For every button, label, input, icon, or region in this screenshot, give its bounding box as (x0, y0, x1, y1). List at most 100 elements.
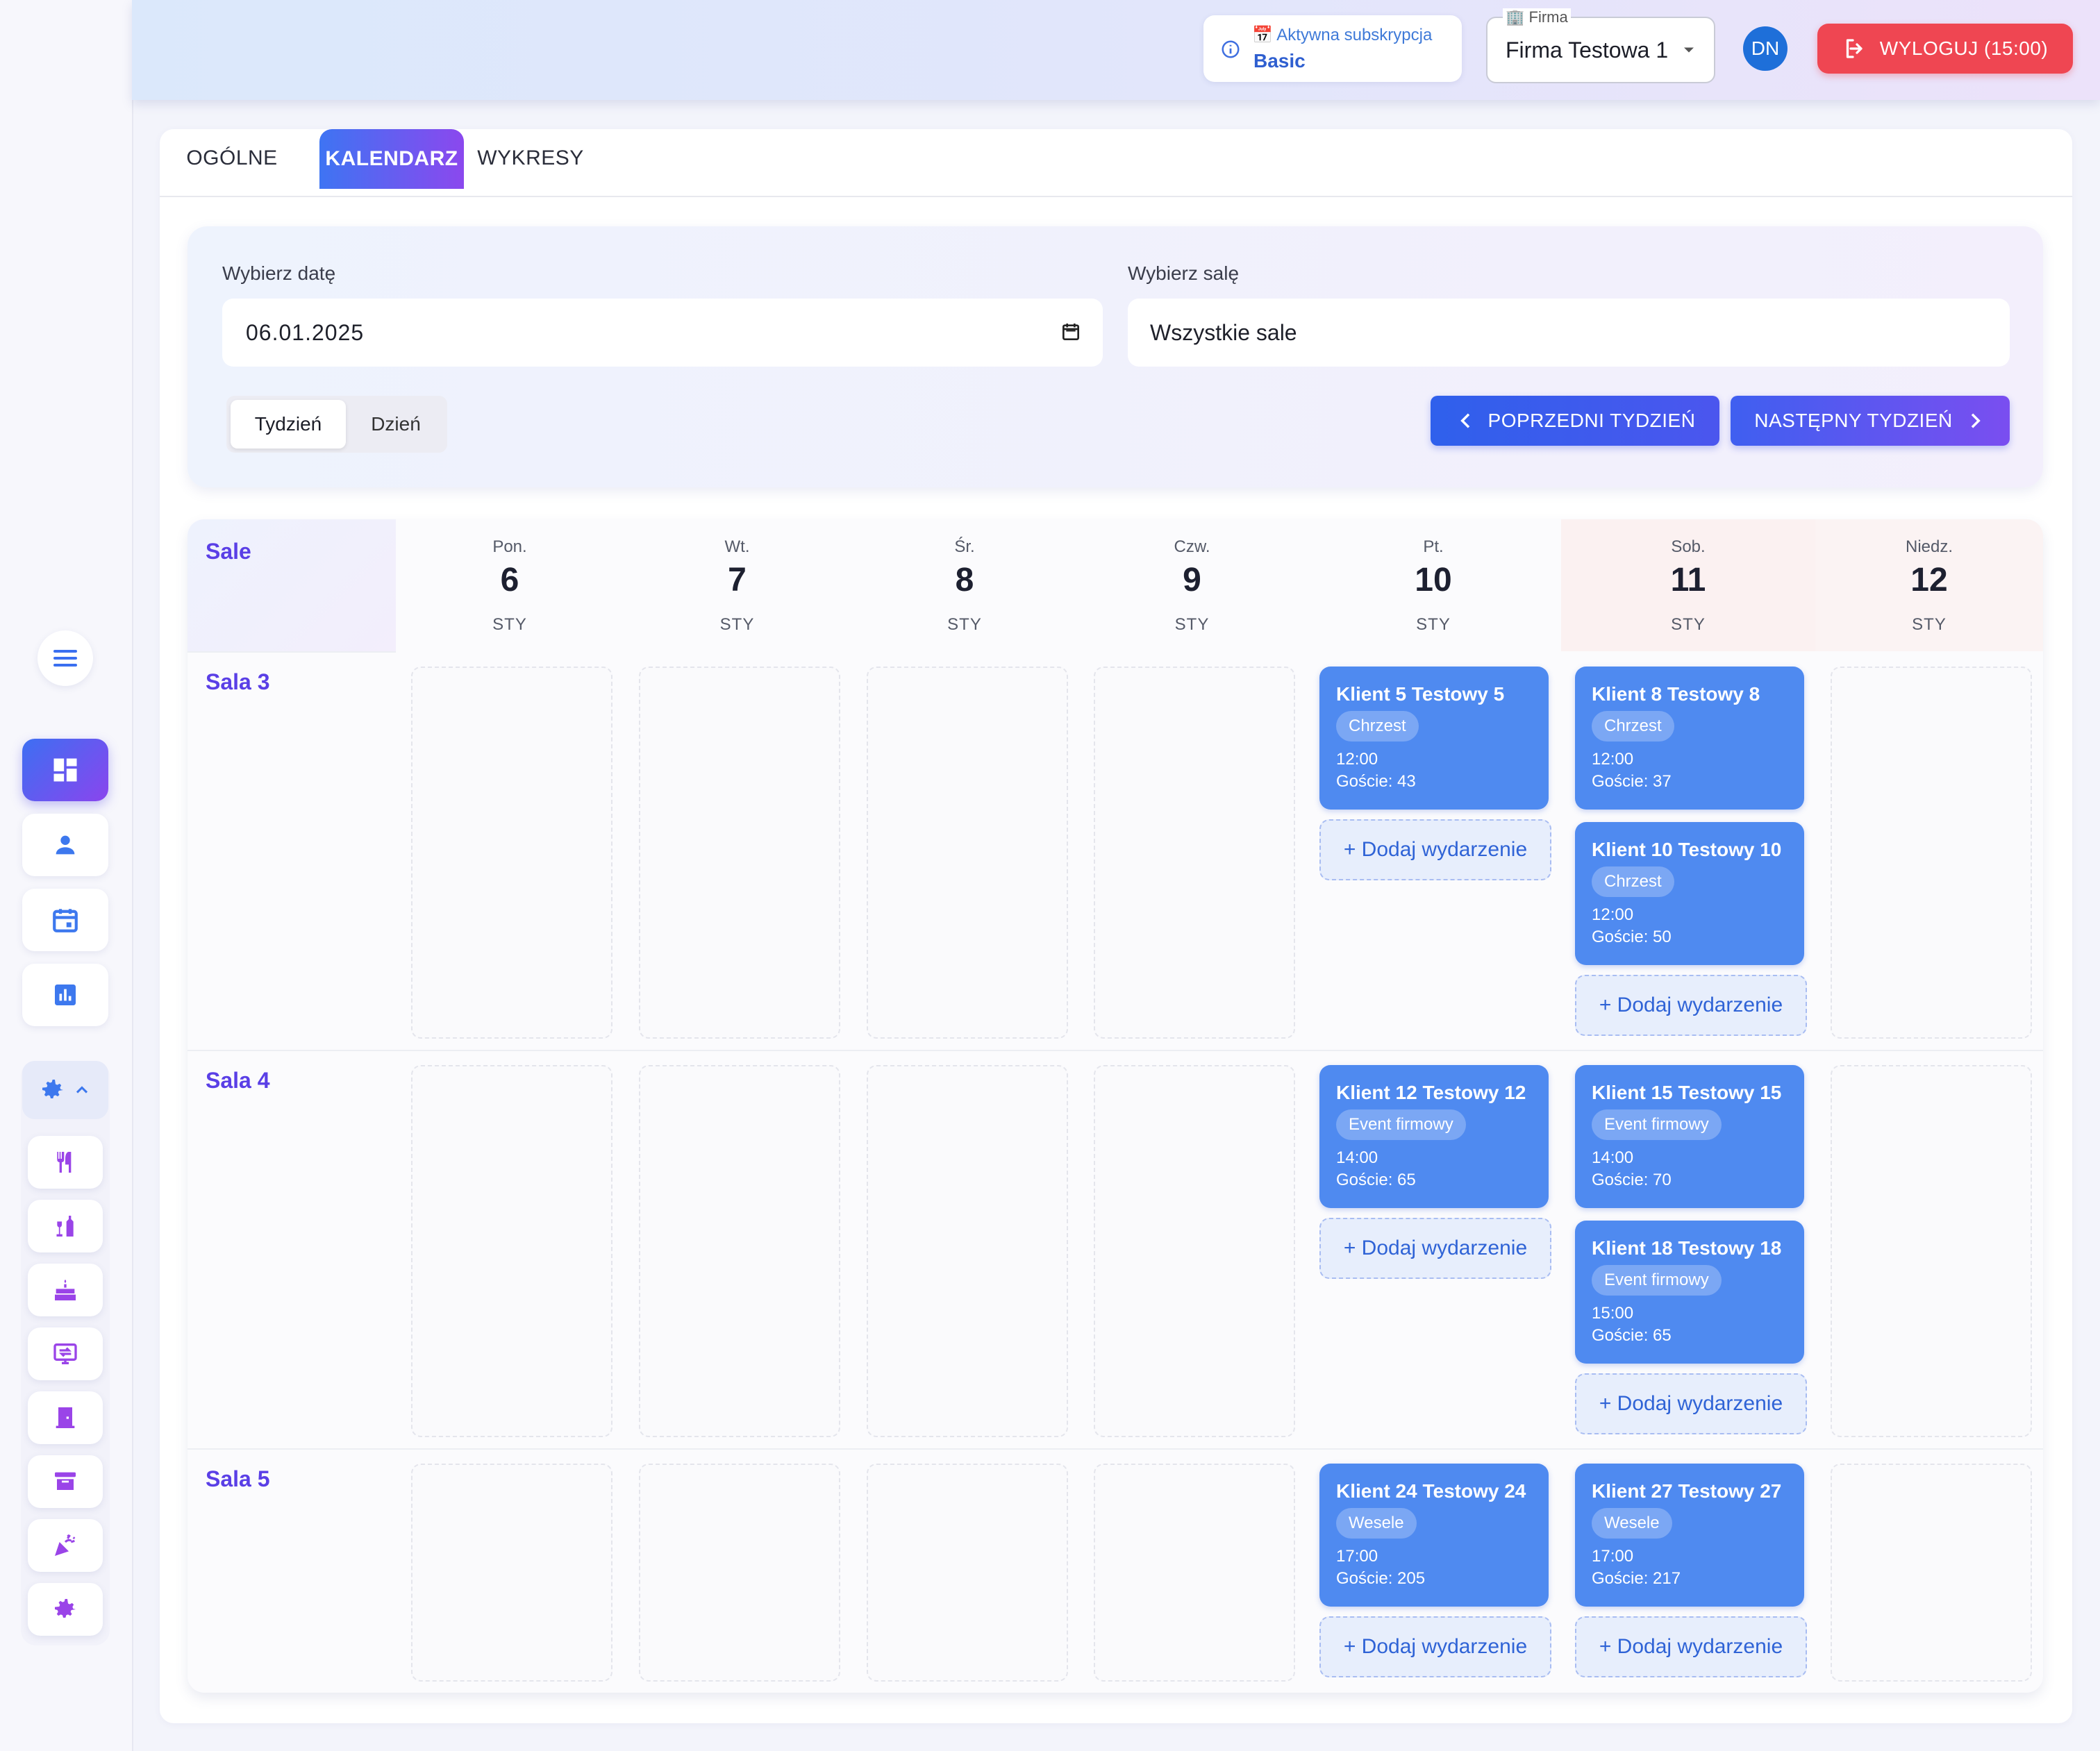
tab-calendar[interactable]: KALENDARZ (319, 129, 464, 189)
add-event-button[interactable]: + Dodaj wydarzenie (1319, 1218, 1551, 1279)
calendar-picker-icon[interactable] (1060, 321, 1082, 343)
day-header-fri: Pt. 10 STY (1306, 519, 1561, 651)
subscription-card[interactable]: 📅 Aktywna subskrypcja Basic (1203, 15, 1462, 82)
event-guests: Goście: 70 (1592, 1171, 1672, 1189)
event-card[interactable]: Klient 27 Testowy 27 Wesele 17:00 Goście… (1575, 1464, 1804, 1607)
empty-day-cell[interactable] (639, 1464, 840, 1682)
nav-event-types-button[interactable] (28, 1519, 103, 1572)
add-event-button[interactable]: + Dodaj wydarzenie (1575, 1373, 1807, 1434)
empty-day-cell[interactable] (1094, 1065, 1295, 1437)
empty-day-cell[interactable] (1831, 667, 2032, 1039)
room-label-sala-4: Sala 4 (206, 1068, 270, 1093)
row-divider (188, 1448, 2043, 1450)
event-guests: Goście: 65 (1592, 1326, 1672, 1345)
view-day-button[interactable]: Dzień (349, 400, 443, 449)
event-time: 17:00 (1336, 1547, 1378, 1566)
party-popper-icon (55, 1534, 76, 1556)
logout-button[interactable]: WYLOGUJ (15:00) (1817, 24, 2073, 74)
empty-day-cell[interactable] (411, 667, 612, 1039)
event-card[interactable]: Klient 8 Testowy 8 Chrzest 12:00 Goście:… (1575, 667, 1804, 810)
menu-toggle-button[interactable] (38, 630, 93, 686)
nav-dashboard-button[interactable] (22, 739, 108, 801)
logout-label: WYLOGUJ (15:00) (1879, 37, 2049, 59)
event-time: 12:00 (1336, 750, 1378, 769)
door-icon (56, 1407, 75, 1428)
empty-day-cell[interactable] (639, 667, 840, 1039)
day-header-thu: Czw. 9 STY (1078, 519, 1306, 651)
event-card[interactable]: Klient 15 Testowy 15 Event firmowy 14:00… (1575, 1065, 1804, 1208)
view-week-button[interactable]: Tydzień (231, 400, 346, 449)
nav-calendar-button[interactable] (22, 889, 108, 951)
add-event-button[interactable]: + Dodaj wydarzenie (1319, 1616, 1551, 1677)
empty-day-cell[interactable] (639, 1065, 840, 1437)
next-week-button[interactable]: NASTĘPNY TYDZIEŃ (1731, 396, 2010, 446)
nav-archive-button[interactable] (28, 1455, 103, 1508)
event-type-badge: Event firmowy (1592, 1265, 1722, 1296)
add-event-button[interactable]: + Dodaj wydarzenie (1575, 1616, 1807, 1677)
filter-card: Wybierz datę 06.01.2025 Wybierz salę Wsz… (188, 226, 2043, 487)
tab-charts[interactable]: WYKRESY (469, 129, 592, 187)
tab-general[interactable]: OGÓLNE (176, 129, 288, 187)
add-event-button[interactable]: + Dodaj wydarzenie (1319, 819, 1551, 880)
nav-clients-button[interactable] (22, 814, 108, 876)
event-card[interactable]: Klient 18 Testowy 18 Event firmowy 15:00… (1575, 1221, 1804, 1364)
empty-day-cell[interactable] (867, 1464, 1068, 1682)
empty-day-cell[interactable] (411, 1065, 612, 1437)
event-type-badge: Chrzest (1592, 711, 1674, 742)
firm-select[interactable]: 🏢 Firma Firma Testowa 1 (1486, 8, 1715, 83)
event-type-badge: Event firmowy (1592, 1109, 1722, 1140)
event-time: 14:00 (1592, 1148, 1634, 1167)
nav-cakes-button[interactable] (28, 1264, 103, 1316)
day-number: 8 (955, 562, 974, 598)
settings-icon (42, 1080, 63, 1098)
day-number: 6 (500, 562, 519, 598)
room-select[interactable]: Wszystkie sale (1128, 299, 2010, 367)
event-title: Klient 27 Testowy 27 (1592, 1480, 1782, 1502)
event-card[interactable]: Klient 24 Testowy 24 Wesele 17:00 Goście… (1319, 1464, 1549, 1607)
view-toggle: Tydzień Dzień (226, 396, 447, 453)
dashboard-icon (53, 758, 77, 782)
nav-equipment-button[interactable] (28, 1327, 103, 1380)
day-month: STY (1912, 615, 1947, 634)
menu-icon (53, 650, 77, 667)
event-card[interactable]: Klient 12 Testowy 12 Event firmowy 14:00… (1319, 1065, 1549, 1208)
empty-day-cell[interactable] (1094, 1464, 1295, 1682)
nav-settings-button[interactable] (28, 1583, 103, 1636)
row-divider (188, 1050, 2043, 1051)
event-type-badge: Chrzest (1592, 866, 1674, 897)
event-time: 17:00 (1592, 1547, 1634, 1566)
event-card[interactable]: Klient 10 Testowy 10 Chrzest 12:00 Gości… (1575, 822, 1804, 965)
date-label: Wybierz datę (222, 262, 336, 284)
empty-day-cell[interactable] (867, 1065, 1068, 1437)
event-type-badge: Wesele (1336, 1508, 1417, 1539)
event-time: 12:00 (1592, 905, 1634, 924)
empty-day-cell[interactable] (867, 667, 1068, 1039)
firm-label: 🏢 Firma (1503, 8, 1571, 26)
info-icon (1222, 40, 1240, 58)
add-event-button[interactable]: + Dodaj wydarzenie (1575, 975, 1807, 1036)
prev-week-button[interactable]: POPRZEDNI TYDZIEŃ (1431, 396, 1719, 446)
event-card[interactable]: Klient 5 Testowy 5 Chrzest 12:00 Goście:… (1319, 667, 1549, 810)
avatar[interactable]: DN (1743, 26, 1788, 71)
day-month: STY (1416, 615, 1451, 634)
event-type-badge: Chrzest (1336, 711, 1419, 742)
gear-icon (55, 1599, 76, 1618)
calendar-icon (53, 909, 78, 932)
nav-drinks-button[interactable] (28, 1200, 103, 1252)
nav-menu-items-button[interactable] (28, 1136, 103, 1189)
day-number: 12 (1910, 562, 1948, 598)
empty-day-cell[interactable] (411, 1464, 612, 1682)
event-title: Klient 18 Testowy 18 (1592, 1237, 1782, 1259)
chevron-left-icon (1460, 413, 1469, 428)
empty-day-cell[interactable] (1094, 667, 1295, 1039)
empty-day-cell[interactable] (1831, 1065, 2032, 1437)
nav-stats-button[interactable] (22, 964, 108, 1026)
bottles-icon (56, 1216, 74, 1237)
date-value: 06.01.2025 (246, 319, 365, 345)
tabs-divider (160, 196, 2072, 197)
nav-rooms-button[interactable] (28, 1391, 103, 1444)
empty-day-cell[interactable] (1831, 1464, 2032, 1682)
settings-toggle-button[interactable] (22, 1061, 108, 1119)
date-input[interactable]: 06.01.2025 (222, 299, 1103, 367)
day-name: Pt. (1423, 537, 1444, 556)
